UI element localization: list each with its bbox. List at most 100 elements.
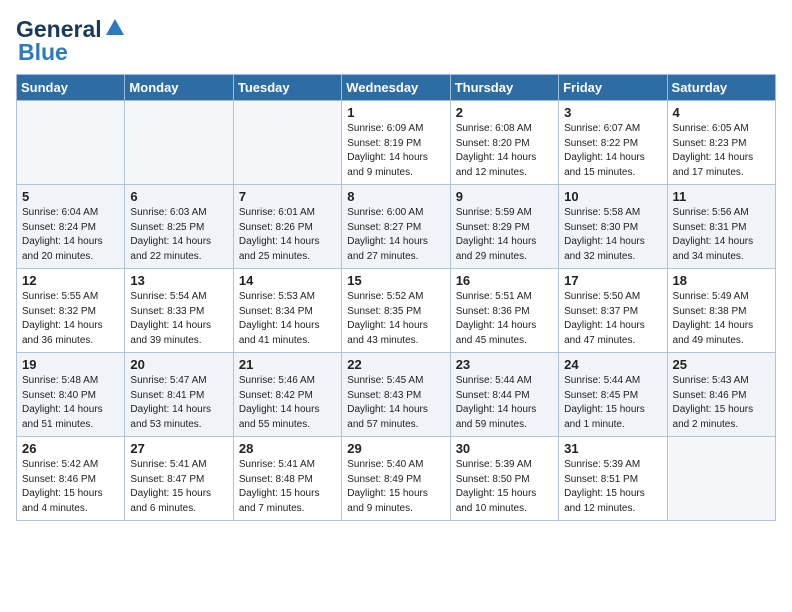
calendar-cell: 26Sunrise: 5:42 AM Sunset: 8:46 PM Dayli… — [17, 437, 125, 521]
logo-text-blue: Blue — [18, 39, 68, 65]
day-number: 3 — [564, 105, 661, 120]
calendar-header-row: SundayMondayTuesdayWednesdayThursdayFrid… — [17, 75, 776, 101]
day-info: Sunrise: 5:43 AM Sunset: 8:46 PM Dayligh… — [673, 374, 770, 432]
calendar-cell — [125, 101, 233, 185]
day-number: 24 — [564, 357, 661, 372]
day-number: 13 — [130, 273, 227, 288]
day-info: Sunrise: 5:51 AM Sunset: 8:36 PM Dayligh… — [456, 290, 553, 348]
day-info: Sunrise: 6:08 AM Sunset: 8:20 PM Dayligh… — [456, 122, 553, 180]
logo: General Blue — [16, 16, 126, 66]
calendar-week-2: 5Sunrise: 6:04 AM Sunset: 8:24 PM Daylig… — [17, 185, 776, 269]
calendar-cell: 27 Sunrise: 5:41 AM Sunset: 8:47 PM Dayli… — [125, 437, 233, 521]
day-number: 30 — [456, 441, 553, 456]
calendar-cell: 15Sunrise: 5:52 AM Sunset: 8:35 PM Dayli… — [342, 269, 450, 353]
day-info: Sunrise: 5:44 AM Sunset: 8:44 PM Dayligh… — [456, 374, 553, 432]
calendar-cell — [17, 101, 125, 185]
day-number: 27 — [130, 441, 227, 456]
day-info: Sunrise: 5:55 AM Sunset: 8:32 PM Dayligh… — [22, 290, 119, 348]
calendar-cell: 12 Sunrise: 5:55 AM Sunset: 8:32 PM Dayli… — [17, 269, 125, 353]
day-number: 23 — [456, 357, 553, 372]
day-number: 8 — [347, 189, 444, 204]
calendar-cell: 24 Sunrise: 5:44 AM Sunset: 8:45 PM Dayli… — [559, 353, 667, 437]
calendar-cell: 5Sunrise: 6:04 AM Sunset: 8:24 PM Daylig… — [17, 185, 125, 269]
col-header-friday: Friday — [559, 75, 667, 101]
day-number: 29 — [347, 441, 444, 456]
calendar-cell: 25 Sunrise: 5:43 AM Sunset: 8:46 PM Dayli… — [667, 353, 775, 437]
logo-triangle-icon — [104, 17, 126, 39]
day-number: 4 — [673, 105, 770, 120]
day-info: Sunrise: 5:58 AM Sunset: 8:30 PM Dayligh… — [564, 206, 661, 264]
calendar-cell: 29 Sunrise: 5:40 AM Sunset: 8:49 PM Dayli… — [342, 437, 450, 521]
day-info: Sunrise: 5:46 AM Sunset: 8:42 PM Dayligh… — [239, 374, 336, 432]
day-info: Sunrise: 5:53 AM Sunset: 8:34 PM Dayligh… — [239, 290, 336, 348]
day-info: Sunrise: 5:48 AM Sunset: 8:40 PM Dayligh… — [22, 374, 119, 432]
col-header-sunday: Sunday — [17, 75, 125, 101]
day-number: 25 — [673, 357, 770, 372]
day-info: Sunrise: 5:41 AM Sunset: 8:48 PM Dayligh… — [239, 458, 336, 516]
day-number: 14 — [239, 273, 336, 288]
calendar-table: SundayMondayTuesdayWednesdayThursdayFrid… — [16, 74, 776, 521]
calendar-cell: 19 Sunrise: 5:48 AM Sunset: 8:40 PM Dayli… — [17, 353, 125, 437]
calendar-cell: 1 Sunrise: 6:09 AM Sunset: 8:19 PM Daylig… — [342, 101, 450, 185]
day-info: Sunrise: 6:00 AM Sunset: 8:27 PM Dayligh… — [347, 206, 444, 264]
calendar-cell: 22 Sunrise: 5:45 AM Sunset: 8:43 PM Dayli… — [342, 353, 450, 437]
day-number: 22 — [347, 357, 444, 372]
calendar-cell: 23 Sunrise: 5:44 AM Sunset: 8:44 PM Dayli… — [450, 353, 558, 437]
day-number: 10 — [564, 189, 661, 204]
day-info: Sunrise: 5:47 AM Sunset: 8:41 PM Dayligh… — [130, 374, 227, 432]
calendar-cell: 17 Sunrise: 5:50 AM Sunset: 8:37 PM Dayli… — [559, 269, 667, 353]
col-header-tuesday: Tuesday — [233, 75, 341, 101]
day-number: 6 — [130, 189, 227, 204]
calendar-cell — [233, 101, 341, 185]
day-number: 19 — [22, 357, 119, 372]
day-info: Sunrise: 6:03 AM Sunset: 8:25 PM Dayligh… — [130, 206, 227, 264]
day-number: 12 — [22, 273, 119, 288]
calendar-cell: 16Sunrise: 5:51 AM Sunset: 8:36 PM Dayli… — [450, 269, 558, 353]
day-info: Sunrise: 5:52 AM Sunset: 8:35 PM Dayligh… — [347, 290, 444, 348]
calendar-cell: 30 Sunrise: 5:39 AM Sunset: 8:50 PM Dayli… — [450, 437, 558, 521]
day-info: Sunrise: 5:56 AM Sunset: 8:31 PM Dayligh… — [673, 206, 770, 264]
day-info: Sunrise: 5:40 AM Sunset: 8:49 PM Dayligh… — [347, 458, 444, 516]
day-number: 21 — [239, 357, 336, 372]
page-header: General Blue — [16, 16, 776, 66]
calendar-week-3: 12 Sunrise: 5:55 AM Sunset: 8:32 PM Dayli… — [17, 269, 776, 353]
day-info: Sunrise: 5:41 AM Sunset: 8:47 PM Dayligh… — [130, 458, 227, 516]
calendar-cell: 14 Sunrise: 5:53 AM Sunset: 8:34 PM Dayli… — [233, 269, 341, 353]
day-info: Sunrise: 5:45 AM Sunset: 8:43 PM Dayligh… — [347, 374, 444, 432]
day-number: 18 — [673, 273, 770, 288]
col-header-monday: Monday — [125, 75, 233, 101]
calendar-cell: 31 Sunrise: 5:39 AM Sunset: 8:51 PM Dayli… — [559, 437, 667, 521]
day-info: Sunrise: 5:50 AM Sunset: 8:37 PM Dayligh… — [564, 290, 661, 348]
calendar-cell: 18Sunrise: 5:49 AM Sunset: 8:38 PM Dayli… — [667, 269, 775, 353]
calendar-week-5: 26Sunrise: 5:42 AM Sunset: 8:46 PM Dayli… — [17, 437, 776, 521]
day-number: 17 — [564, 273, 661, 288]
day-info: Sunrise: 6:07 AM Sunset: 8:22 PM Dayligh… — [564, 122, 661, 180]
calendar-cell: 6 Sunrise: 6:03 AM Sunset: 8:25 PM Daylig… — [125, 185, 233, 269]
calendar-cell: 2 Sunrise: 6:08 AM Sunset: 8:20 PM Daylig… — [450, 101, 558, 185]
day-info: Sunrise: 5:39 AM Sunset: 8:50 PM Dayligh… — [456, 458, 553, 516]
calendar-cell — [667, 437, 775, 521]
day-number: 31 — [564, 441, 661, 456]
calendar-cell: 7 Sunrise: 6:01 AM Sunset: 8:26 PM Daylig… — [233, 185, 341, 269]
calendar-week-1: 1 Sunrise: 6:09 AM Sunset: 8:19 PM Daylig… — [17, 101, 776, 185]
day-info: Sunrise: 6:09 AM Sunset: 8:19 PM Dayligh… — [347, 122, 444, 180]
day-number: 2 — [456, 105, 553, 120]
calendar-cell: 21 Sunrise: 5:46 AM Sunset: 8:42 PM Dayli… — [233, 353, 341, 437]
calendar-cell: 9Sunrise: 5:59 AM Sunset: 8:29 PM Daylig… — [450, 185, 558, 269]
col-header-wednesday: Wednesday — [342, 75, 450, 101]
day-number: 7 — [239, 189, 336, 204]
day-info: Sunrise: 6:04 AM Sunset: 8:24 PM Dayligh… — [22, 206, 119, 264]
day-info: Sunrise: 5:44 AM Sunset: 8:45 PM Dayligh… — [564, 374, 661, 432]
calendar-cell: 10 Sunrise: 5:58 AM Sunset: 8:30 PM Dayli… — [559, 185, 667, 269]
day-number: 26 — [22, 441, 119, 456]
calendar-cell: 11Sunrise: 5:56 AM Sunset: 8:31 PM Dayli… — [667, 185, 775, 269]
day-number: 1 — [347, 105, 444, 120]
day-info: Sunrise: 5:39 AM Sunset: 8:51 PM Dayligh… — [564, 458, 661, 516]
calendar-week-4: 19 Sunrise: 5:48 AM Sunset: 8:40 PM Dayli… — [17, 353, 776, 437]
calendar-cell: 4Sunrise: 6:05 AM Sunset: 8:23 PM Daylig… — [667, 101, 775, 185]
day-number: 9 — [456, 189, 553, 204]
day-info: Sunrise: 5:54 AM Sunset: 8:33 PM Dayligh… — [130, 290, 227, 348]
col-header-thursday: Thursday — [450, 75, 558, 101]
day-number: 28 — [239, 441, 336, 456]
day-info: Sunrise: 6:01 AM Sunset: 8:26 PM Dayligh… — [239, 206, 336, 264]
